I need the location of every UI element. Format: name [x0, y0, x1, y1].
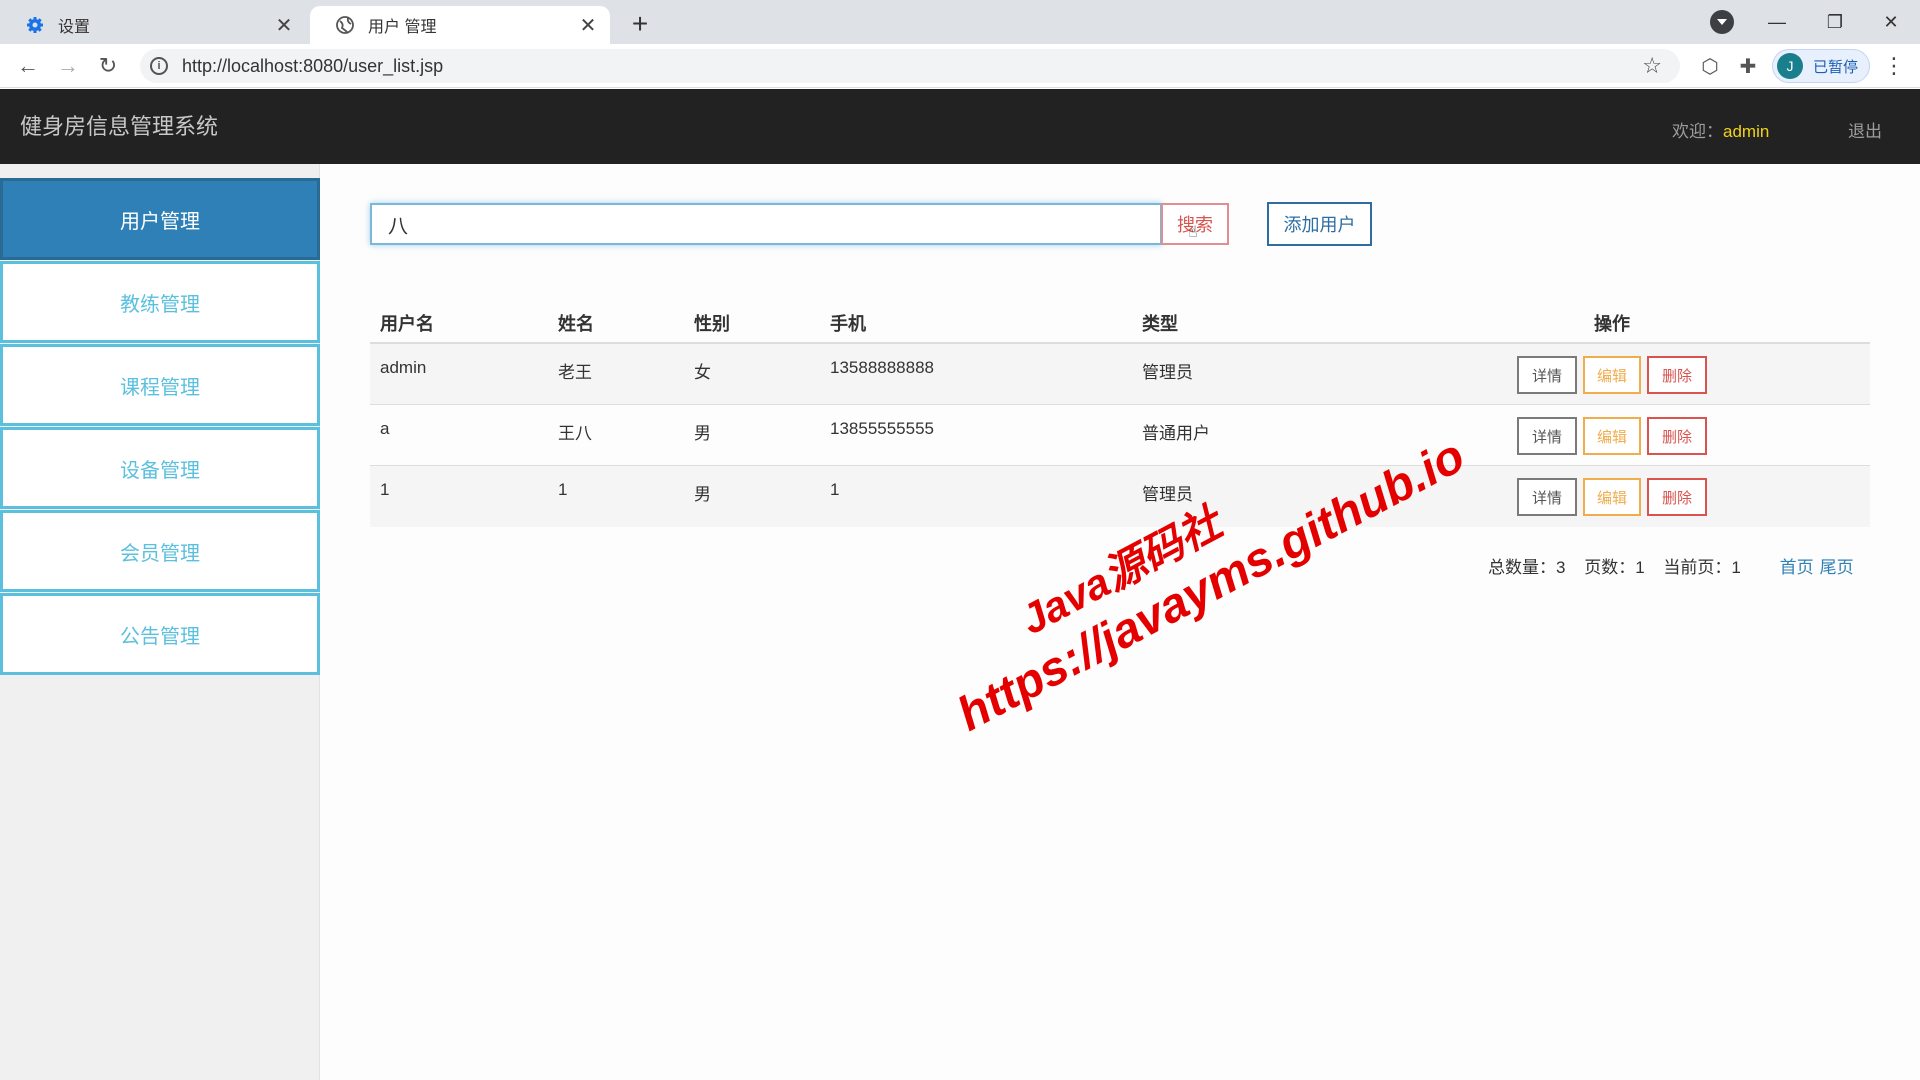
- welcome-label: 欢迎：: [1672, 122, 1723, 141]
- column-header: 用户名: [380, 314, 434, 334]
- new-tab-button[interactable]: +: [624, 8, 656, 40]
- profile-button[interactable]: J 已暂停: [1772, 49, 1870, 83]
- pages-value: 1: [1635, 558, 1645, 577]
- cell-phone: 13855555555: [830, 419, 935, 438]
- sidebar-item-announcements[interactable]: 公告管理: [0, 593, 320, 675]
- column-header: 手机: [830, 314, 866, 334]
- total-value: 3: [1556, 558, 1566, 577]
- table-row: a 王八 男 13855555555 普通用户 详情 编辑 删除: [370, 405, 1870, 466]
- browser-toolbar: ← → ↻ i http://localhost:8080/user_list.…: [0, 44, 1920, 88]
- globe-icon: [336, 16, 354, 34]
- total-count: 总数量：3: [1488, 558, 1565, 577]
- total-label: 总数量：: [1488, 558, 1556, 577]
- restore-button[interactable]: ❐: [1806, 0, 1864, 44]
- browser-tabstrip: 设置 ✕ 用户 管理 ✕ + — ❐ ✕: [0, 0, 1920, 44]
- column-header: 类型: [1142, 314, 1178, 334]
- page-count: 页数：1: [1584, 558, 1644, 577]
- tab-user-management[interactable]: 用户 管理 ✕: [310, 6, 610, 44]
- mouse-cursor-icon: ☝: [1188, 224, 1198, 241]
- close-icon[interactable]: ✕: [576, 13, 600, 37]
- minimize-button[interactable]: —: [1748, 0, 1806, 44]
- welcome-text: 欢迎：admin: [1672, 117, 1769, 142]
- avatar: J: [1777, 53, 1803, 79]
- current-page: 当前页：1: [1663, 558, 1740, 577]
- cell-phone: 13588888888: [830, 358, 935, 377]
- edit-button[interactable]: 编辑: [1583, 478, 1641, 516]
- sidebar-item-courses[interactable]: 课程管理: [0, 344, 320, 426]
- detail-button[interactable]: 详情: [1517, 478, 1577, 516]
- edit-button[interactable]: 编辑: [1583, 417, 1641, 455]
- tab-title: 设置: [58, 19, 91, 36]
- cell-username: 1: [380, 480, 390, 499]
- current-username: admin: [1723, 122, 1770, 141]
- delete-button[interactable]: 删除: [1647, 478, 1707, 516]
- first-page-link[interactable]: 首页: [1780, 558, 1814, 577]
- extension-icon[interactable]: ⬡: [1696, 52, 1724, 80]
- profile-status: 已暂停: [1813, 58, 1859, 76]
- edit-button[interactable]: 编辑: [1583, 356, 1641, 394]
- back-icon[interactable]: ←: [12, 50, 44, 82]
- bookmark-star-icon[interactable]: ☆: [1642, 53, 1662, 79]
- tab-title: 用户 管理: [368, 19, 437, 36]
- sidebar: 用户管理 教练管理 课程管理 设备管理 会员管理 公告管理: [0, 164, 320, 1080]
- cell-type: 普通用户: [1142, 424, 1210, 443]
- sidebar-item-users[interactable]: 用户管理: [0, 178, 320, 260]
- cell-phone: 1: [830, 480, 840, 499]
- delete-button[interactable]: 删除: [1647, 417, 1707, 455]
- column-header: 操作: [1594, 314, 1630, 334]
- search-input[interactable]: [370, 203, 1162, 245]
- cell-type: 管理员: [1142, 363, 1193, 382]
- cell-gender: 女: [694, 363, 711, 382]
- delete-button[interactable]: 删除: [1647, 356, 1707, 394]
- cell-gender: 男: [694, 485, 711, 504]
- cell-name: 1: [558, 480, 568, 499]
- more-menu-icon[interactable]: ⋮: [1880, 52, 1908, 80]
- gear-icon: [26, 16, 44, 34]
- column-header: 姓名: [558, 314, 594, 334]
- forward-icon[interactable]: →: [52, 50, 84, 82]
- current-label: 当前页：: [1663, 558, 1732, 577]
- current-value: 1: [1731, 558, 1741, 577]
- detail-button[interactable]: 详情: [1517, 356, 1577, 394]
- tab-settings[interactable]: 设置 ✕: [0, 6, 306, 44]
- cell-name: 王八: [558, 424, 592, 443]
- close-icon[interactable]: ✕: [272, 13, 296, 37]
- logout-link[interactable]: 退出: [1848, 117, 1882, 142]
- address-bar[interactable]: i http://localhost:8080/user_list.jsp ☆: [140, 49, 1680, 83]
- puzzle-icon[interactable]: ✚: [1734, 52, 1762, 80]
- table-row: 1 1 男 1 管理员 详情 编辑 删除: [370, 466, 1870, 527]
- url-text[interactable]: http://localhost:8080/user_list.jsp: [182, 56, 443, 77]
- sidebar-item-members[interactable]: 会员管理: [0, 510, 320, 592]
- pages-label: 页数：: [1584, 558, 1636, 577]
- cell-name: 老王: [558, 363, 592, 382]
- info-icon[interactable]: i: [150, 57, 168, 75]
- sidebar-item-equipment[interactable]: 设备管理: [0, 427, 320, 509]
- pagination: 总数量：3 页数：1 当前页：1 首页 尾页: [1488, 553, 1860, 578]
- detail-button[interactable]: 详情: [1517, 417, 1577, 455]
- table-header: 用户名 姓名 性别 手机 类型 操作: [370, 296, 1870, 344]
- add-user-button[interactable]: 添加用户: [1267, 202, 1372, 246]
- user-table: 用户名 姓名 性别 手机 类型 操作 admin 老王 女 1358888888…: [370, 296, 1870, 527]
- app-header: 健身房信息管理系统 欢迎：admin 退出: [0, 89, 1920, 164]
- tab-search-icon[interactable]: [1710, 10, 1734, 34]
- reload-icon[interactable]: ↻: [92, 50, 124, 82]
- cell-username: a: [380, 419, 390, 438]
- close-window-button[interactable]: ✕: [1862, 0, 1920, 44]
- cell-username: admin: [380, 358, 427, 377]
- column-header: 性别: [694, 314, 730, 334]
- cell-gender: 男: [694, 424, 711, 443]
- app-title[interactable]: 健身房信息管理系统: [20, 109, 218, 141]
- last-page-link[interactable]: 尾页: [1820, 558, 1854, 577]
- sidebar-item-coaches[interactable]: 教练管理: [0, 261, 320, 343]
- table-row: admin 老王 女 13588888888 管理员 详情 编辑 删除: [370, 344, 1870, 405]
